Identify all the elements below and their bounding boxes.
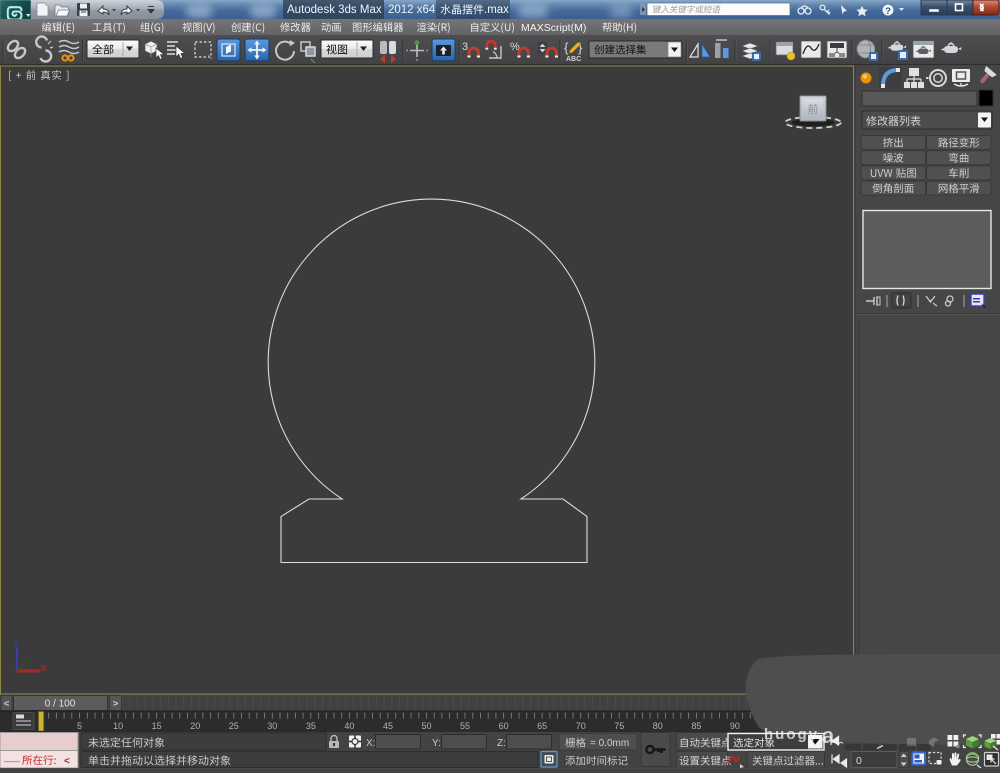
svg-text:z: z	[14, 637, 19, 647]
svg-text:x: x	[41, 663, 47, 674]
svg-text:30: 30	[267, 721, 277, 731]
svg-text:20: 20	[190, 721, 200, 731]
svg-text:5: 5	[77, 721, 82, 731]
svg-text:45: 45	[383, 721, 393, 731]
svg-text:80: 80	[653, 721, 663, 731]
svg-text:0 / 100: 0 / 100	[45, 699, 76, 710]
svg-text:2012 x64: 2012 x64	[388, 4, 436, 16]
svg-text:55: 55	[460, 721, 470, 731]
svg-text:= 0.0mm: = 0.0mm	[590, 738, 629, 749]
svg-text:Y:: Y:	[432, 738, 441, 749]
svg-text:}: }	[578, 40, 583, 55]
svg-text:Z:: Z:	[497, 738, 506, 749]
svg-text:50: 50	[421, 721, 431, 731]
svg-text:{: {	[564, 40, 569, 55]
svg-text:>: >	[113, 699, 119, 710]
svg-text:——: ——	[4, 757, 20, 766]
svg-text:ABC: ABC	[566, 56, 581, 63]
svg-text:35: 35	[306, 721, 316, 731]
svg-text:75: 75	[614, 721, 624, 731]
svg-text:65: 65	[537, 721, 547, 731]
svg-text:<: <	[64, 756, 70, 767]
svg-text:10: 10	[113, 721, 123, 731]
svg-text:X:: X:	[366, 738, 375, 749]
svg-text:60: 60	[499, 721, 509, 731]
svg-text:y: y	[25, 656, 29, 665]
svg-text:0: 0	[856, 755, 862, 767]
svg-text:85: 85	[691, 721, 701, 731]
svg-text:15: 15	[152, 721, 162, 731]
svg-text:?: ?	[885, 6, 891, 17]
svg-text:70: 70	[576, 721, 586, 731]
svg-text:huogy: huogy	[764, 726, 819, 743]
svg-text:3: 3	[462, 41, 468, 53]
svg-text:40: 40	[344, 721, 354, 731]
svg-text:<: <	[4, 699, 10, 710]
svg-text:.max: .max	[484, 4, 509, 16]
svg-text:90: 90	[730, 721, 740, 731]
svg-text:a: a	[822, 723, 835, 748]
svg-text:25: 25	[229, 721, 239, 731]
svg-text:Autodesk 3ds Max: Autodesk 3ds Max	[287, 4, 382, 16]
svg-text:MAXScript(M): MAXScript(M)	[521, 22, 586, 34]
